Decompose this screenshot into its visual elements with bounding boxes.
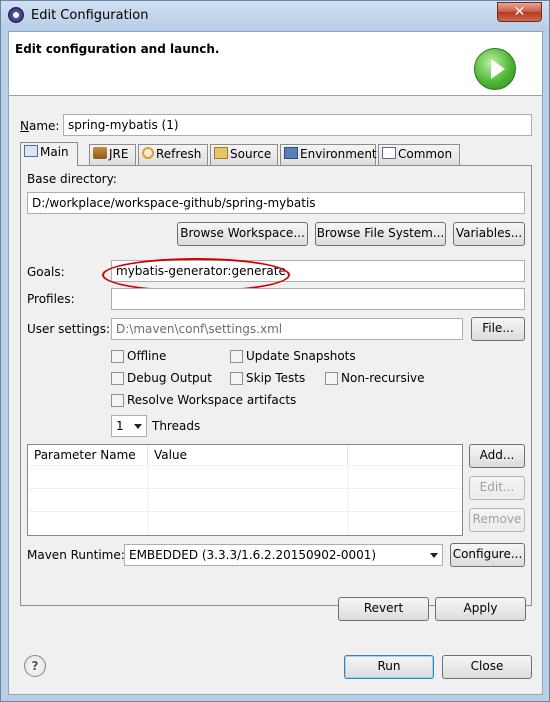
title-bar: Edit Configuration ✕ bbox=[1, 1, 549, 31]
goals-field[interactable]: mybatis-generator:generate bbox=[111, 260, 525, 282]
window-close-button[interactable]: ✕ bbox=[497, 2, 542, 22]
variables-button[interactable]: Variables... bbox=[453, 222, 525, 246]
non-recursive-checkbox[interactable] bbox=[325, 372, 338, 385]
offline-label: Offline bbox=[127, 349, 167, 363]
table-row bbox=[28, 511, 462, 512]
non-recursive-label: Non-recursive bbox=[341, 371, 425, 385]
tab-main-label: Main bbox=[40, 145, 69, 159]
profiles-field[interactable] bbox=[111, 288, 525, 310]
maven-runtime-select[interactable]: EMBEDDED (3.3.3/1.6.2.20150902-0001) bbox=[124, 544, 443, 566]
tab-environment[interactable]: Environment bbox=[280, 144, 377, 165]
tab-refresh[interactable]: Refresh bbox=[138, 144, 208, 165]
run-icon bbox=[474, 48, 516, 90]
table-row bbox=[28, 488, 462, 489]
tab-jre[interactable]: JRE bbox=[89, 144, 136, 165]
run-button[interactable]: Run bbox=[344, 655, 434, 679]
parameters-table[interactable]: Parameter Name Value bbox=[27, 444, 463, 536]
tab-refresh-label: Refresh bbox=[156, 147, 202, 161]
base-directory-label: Base directory: bbox=[27, 172, 117, 186]
window-title: Edit Configuration bbox=[31, 8, 149, 23]
goals-label: Goals: bbox=[27, 265, 65, 279]
browse-workspace-button[interactable]: Browse Workspace... bbox=[177, 222, 308, 246]
column-divider bbox=[348, 465, 349, 535]
maven-runtime-label: Maven Runtime: bbox=[27, 548, 125, 562]
revert-button[interactable]: Revert bbox=[338, 597, 429, 621]
resolve-workspace-checkbox[interactable] bbox=[111, 394, 124, 407]
table-row bbox=[28, 465, 462, 466]
tab-environment-label: Environment bbox=[300, 147, 377, 161]
maven-runtime-value: EMBEDDED (3.3.3/1.6.2.20150902-0001) bbox=[129, 548, 377, 562]
offline-checkbox[interactable] bbox=[111, 350, 124, 363]
tab-source-label: Source bbox=[230, 147, 272, 161]
environment-icon bbox=[284, 147, 298, 159]
column-divider bbox=[148, 465, 149, 535]
edit-parameter-button[interactable]: Edit... bbox=[469, 476, 525, 500]
tab-common[interactable]: Common bbox=[378, 144, 460, 165]
tab-source[interactable]: Source bbox=[210, 144, 278, 165]
threads-select[interactable]: 1 bbox=[111, 415, 147, 437]
chevron-down-icon bbox=[430, 553, 438, 558]
resolve-workspace-label: Resolve Workspace artifacts bbox=[127, 393, 297, 407]
update-snapshots-checkbox[interactable] bbox=[230, 350, 243, 363]
refresh-icon bbox=[142, 147, 154, 159]
update-snapshots-label: Update Snapshots bbox=[246, 349, 356, 363]
apply-button[interactable]: Apply bbox=[435, 597, 526, 621]
threads-label: Threads bbox=[152, 419, 201, 433]
source-icon bbox=[214, 147, 228, 159]
profiles-label: Profiles: bbox=[27, 292, 75, 306]
browse-file-system-button[interactable]: Browse File System... bbox=[315, 222, 446, 246]
user-settings-file-button[interactable]: File... bbox=[471, 317, 525, 341]
base-directory-field[interactable]: D:/workplace/workspace-github/spring-myb… bbox=[27, 192, 525, 214]
help-icon[interactable]: ? bbox=[24, 655, 46, 677]
add-parameter-button[interactable]: Add... bbox=[469, 444, 525, 468]
configure-runtime-button[interactable]: Configure... bbox=[450, 543, 525, 567]
dialog-body: Edit configuration and launch. Name: spr… bbox=[8, 31, 543, 695]
tab-main[interactable]: Main bbox=[20, 142, 78, 166]
debug-output-checkbox[interactable] bbox=[111, 372, 124, 385]
main-icon bbox=[24, 145, 38, 157]
skip-tests-checkbox[interactable] bbox=[230, 372, 243, 385]
debug-output-label: Debug Output bbox=[127, 371, 212, 385]
name-label: Name: bbox=[20, 119, 60, 133]
user-settings-field[interactable]: D:\maven\conf\settings.xml bbox=[111, 318, 463, 340]
name-field[interactable]: spring-mybatis (1) bbox=[63, 114, 532, 136]
user-settings-label: User settings: bbox=[27, 322, 111, 336]
skip-tests-label: Skip Tests bbox=[246, 371, 306, 385]
tab-jre-label: JRE bbox=[109, 147, 129, 161]
remove-parameter-button[interactable]: Remove bbox=[469, 508, 525, 532]
column-header-empty bbox=[348, 445, 462, 465]
edit-configuration-window: Edit Configuration ✕ Edit configuration … bbox=[0, 0, 550, 702]
close-button[interactable]: Close bbox=[442, 655, 532, 679]
dialog-header: Edit configuration and launch. bbox=[9, 32, 542, 96]
column-header-parameter-name[interactable]: Parameter Name bbox=[28, 445, 148, 465]
eclipse-icon bbox=[8, 7, 24, 23]
threads-value: 1 bbox=[116, 419, 124, 433]
tab-common-label: Common bbox=[398, 147, 453, 161]
common-icon bbox=[382, 147, 396, 159]
column-header-value[interactable]: Value bbox=[148, 445, 348, 465]
header-title: Edit configuration and launch. bbox=[15, 42, 220, 56]
name-label-rest: ame: bbox=[28, 119, 60, 133]
chevron-down-icon bbox=[134, 424, 142, 429]
jre-icon bbox=[93, 147, 107, 159]
